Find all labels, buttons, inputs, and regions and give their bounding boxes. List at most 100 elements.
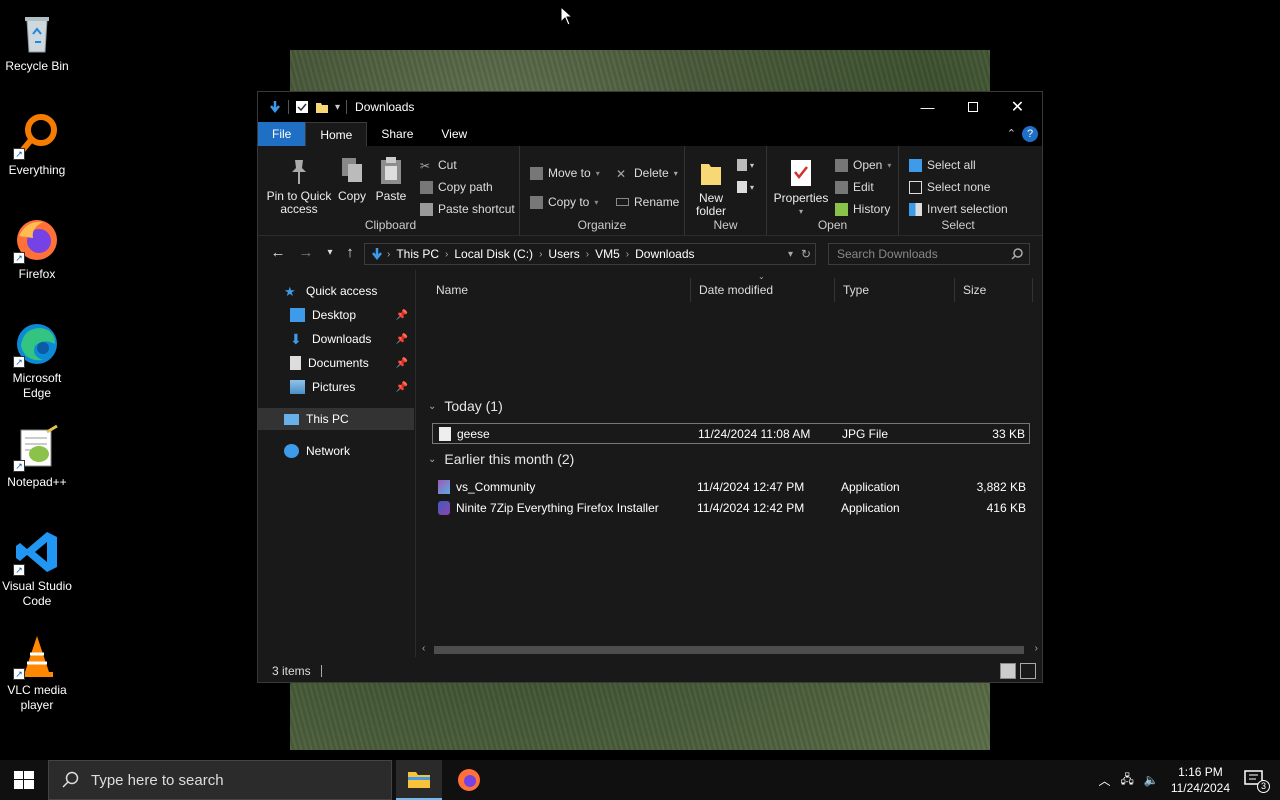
group-header-today[interactable]: ⌄ Today (1): [428, 398, 503, 414]
copy-button[interactable]: Copy: [334, 156, 370, 203]
nav-documents[interactable]: Documents 📌: [258, 352, 414, 374]
desktop-icon-recycle-bin[interactable]: Recycle Bin: [2, 8, 72, 74]
column-header-type[interactable]: Type: [835, 278, 955, 302]
large-icons-view-icon[interactable]: [1020, 663, 1036, 679]
file-explorer-icon: [408, 772, 430, 788]
paste-button[interactable]: Paste: [374, 156, 408, 203]
search-input[interactable]: Search Downloads: [828, 243, 1030, 265]
desktop-icon-everything[interactable]: ↗ Everything: [2, 112, 72, 178]
recent-locations-button[interactable]: ▾: [320, 247, 340, 258]
move-to-button[interactable]: Move to ▾: [530, 166, 600, 180]
scroll-right-icon[interactable]: ›: [1035, 643, 1038, 654]
address-bar[interactable]: › This PC › Local Disk (C:) › Users › VM5 › …: [364, 243, 816, 265]
select-all-button[interactable]: Select all: [909, 158, 976, 172]
windows-start-icon[interactable]: [14, 771, 34, 794]
nav-pictures[interactable]: Pictures 📌: [258, 376, 414, 398]
forward-button[interactable]: →: [296, 244, 316, 261]
copy-path-button[interactable]: Copy path: [420, 180, 493, 194]
desktop-icon-vscode[interactable]: ↗ Visual Studio Code: [2, 528, 72, 609]
chevron-down-icon: ⌄: [428, 453, 437, 465]
edit-button[interactable]: Edit: [835, 180, 874, 194]
history-button[interactable]: History: [835, 202, 890, 216]
help-icon[interactable]: ?: [1022, 126, 1038, 142]
breadcrumb-local-disk[interactable]: Local Disk (C:): [454, 247, 533, 261]
refresh-icon[interactable]: ↻: [801, 247, 811, 261]
ribbon-tabs: File Home Share View ⌃ ?: [258, 122, 1042, 146]
pin-icon: [285, 156, 313, 186]
open-button[interactable]: Open ▾: [835, 158, 891, 172]
mouse-cursor-icon: [560, 6, 574, 26]
new-folder-button[interactable]: New folder: [691, 158, 731, 218]
clipboard-group-label: Clipboard: [364, 218, 417, 232]
easy-access-icon[interactable]: ▾: [735, 180, 759, 197]
horizontal-scrollbar[interactable]: ‹ ›: [418, 642, 1042, 658]
nav-network[interactable]: Network: [258, 440, 414, 462]
column-header-name[interactable]: Name: [428, 278, 691, 302]
desktop-icon-notepadpp[interactable]: ↗ Notepad++: [2, 424, 72, 490]
minimize-button[interactable]: —: [905, 92, 950, 122]
copy-to-button[interactable]: Copy to ▾: [530, 195, 598, 209]
paste-shortcut-button[interactable]: Paste shortcut: [420, 202, 515, 216]
clock[interactable]: 1:16 PM 11/24/2024: [1171, 764, 1230, 796]
tab-view[interactable]: View: [427, 122, 481, 146]
close-button[interactable]: ✕: [995, 92, 1040, 122]
nav-desktop[interactable]: Desktop 📌: [258, 304, 414, 326]
nav-quick-access[interactable]: ★ Quick access: [258, 280, 414, 302]
nav-downloads[interactable]: ⬇ Downloads 📌: [258, 328, 414, 350]
select-none-icon: [909, 180, 922, 194]
details-view-icon[interactable]: [1000, 663, 1016, 679]
taskbar-firefox[interactable]: [446, 760, 492, 800]
paste-shortcut-icon: [420, 202, 433, 216]
file-row[interactable]: Ninite 7Zip Everything Firefox Installer…: [432, 497, 1030, 518]
up-button[interactable]: ↑: [340, 244, 360, 261]
network-icon[interactable]: 🖧: [1120, 770, 1133, 791]
invert-selection-button[interactable]: Invert selection: [909, 202, 1008, 216]
breadcrumb-users[interactable]: Users: [548, 247, 579, 261]
desktop-icon-vlc[interactable]: ↗ VLC media player: [2, 632, 72, 713]
new-item-icon[interactable]: ▾: [735, 158, 759, 175]
nav-this-pc[interactable]: This PC: [258, 408, 414, 430]
tab-file[interactable]: File: [258, 122, 306, 146]
scroll-left-icon[interactable]: ‹: [422, 643, 425, 654]
breadcrumb-this-pc[interactable]: This PC: [396, 247, 439, 261]
pin-quick-access-button[interactable]: Pin to Quick access: [264, 156, 334, 216]
folder-icon[interactable]: [315, 100, 329, 114]
tab-home[interactable]: Home: [305, 122, 368, 146]
volume-muted-icon[interactable]: 🔈: [1144, 773, 1159, 787]
collapse-ribbon-icon[interactable]: ⌃: [1007, 127, 1016, 140]
rename-button[interactable]: Rename: [616, 195, 679, 209]
desktop-icon-edge[interactable]: ↗ Microsoft Edge: [2, 320, 72, 401]
scrollbar-thumb[interactable]: [434, 646, 1024, 654]
taskbar-file-explorer[interactable]: [396, 760, 442, 800]
select-none-button[interactable]: Select none: [909, 180, 990, 194]
delete-button[interactable]: ✕ Delete ▾: [616, 166, 678, 181]
delete-x-icon: ✕: [616, 166, 627, 181]
properties-button[interactable]: Properties ▾: [773, 158, 829, 218]
notification-center-icon[interactable]: 3: [1244, 769, 1270, 793]
new-group: New folder ▾ ▾ New: [685, 146, 767, 236]
paste-icon: [377, 156, 405, 186]
cut-button[interactable]: ✂ Cut: [420, 158, 457, 173]
show-hidden-icons-icon[interactable]: ︿: [1098, 772, 1110, 789]
maximize-button[interactable]: [950, 92, 995, 122]
image-file-icon: [439, 426, 451, 441]
column-header-date[interactable]: Date modified: [691, 278, 835, 302]
select-group-label: Select: [941, 218, 975, 232]
title-bar[interactable]: ▾ Downloads — ✕: [258, 92, 1042, 122]
tab-share[interactable]: Share: [367, 122, 427, 146]
breadcrumb-vm5[interactable]: VM5: [595, 247, 620, 261]
breadcrumb-downloads[interactable]: Downloads: [635, 247, 694, 261]
window-title: Downloads: [355, 100, 415, 114]
qa-dropdown-icon[interactable]: ▾: [335, 102, 340, 113]
properties-check-icon[interactable]: [295, 100, 309, 114]
column-header-size[interactable]: Size: [955, 278, 1033, 302]
taskbar-search-box[interactable]: Type here to search: [48, 760, 392, 800]
back-button[interactable]: ←: [268, 244, 288, 261]
desktop-icon-firefox[interactable]: ↗ Firefox: [2, 216, 72, 282]
ribbon: Pin to Quick access Copy Paste ✂ Cut Copy…: [258, 146, 1042, 236]
address-dropdown-icon[interactable]: ▾: [788, 249, 793, 260]
file-row[interactable]: vs_Community 11/4/2024 12:47 PM Applicat…: [432, 476, 1030, 497]
file-row[interactable]: geese 11/24/2024 11:08 AM JPG File 33 KB: [432, 423, 1030, 444]
star-icon: ★: [284, 284, 296, 299]
group-header-earlier[interactable]: ⌄ Earlier this month (2): [428, 451, 574, 467]
